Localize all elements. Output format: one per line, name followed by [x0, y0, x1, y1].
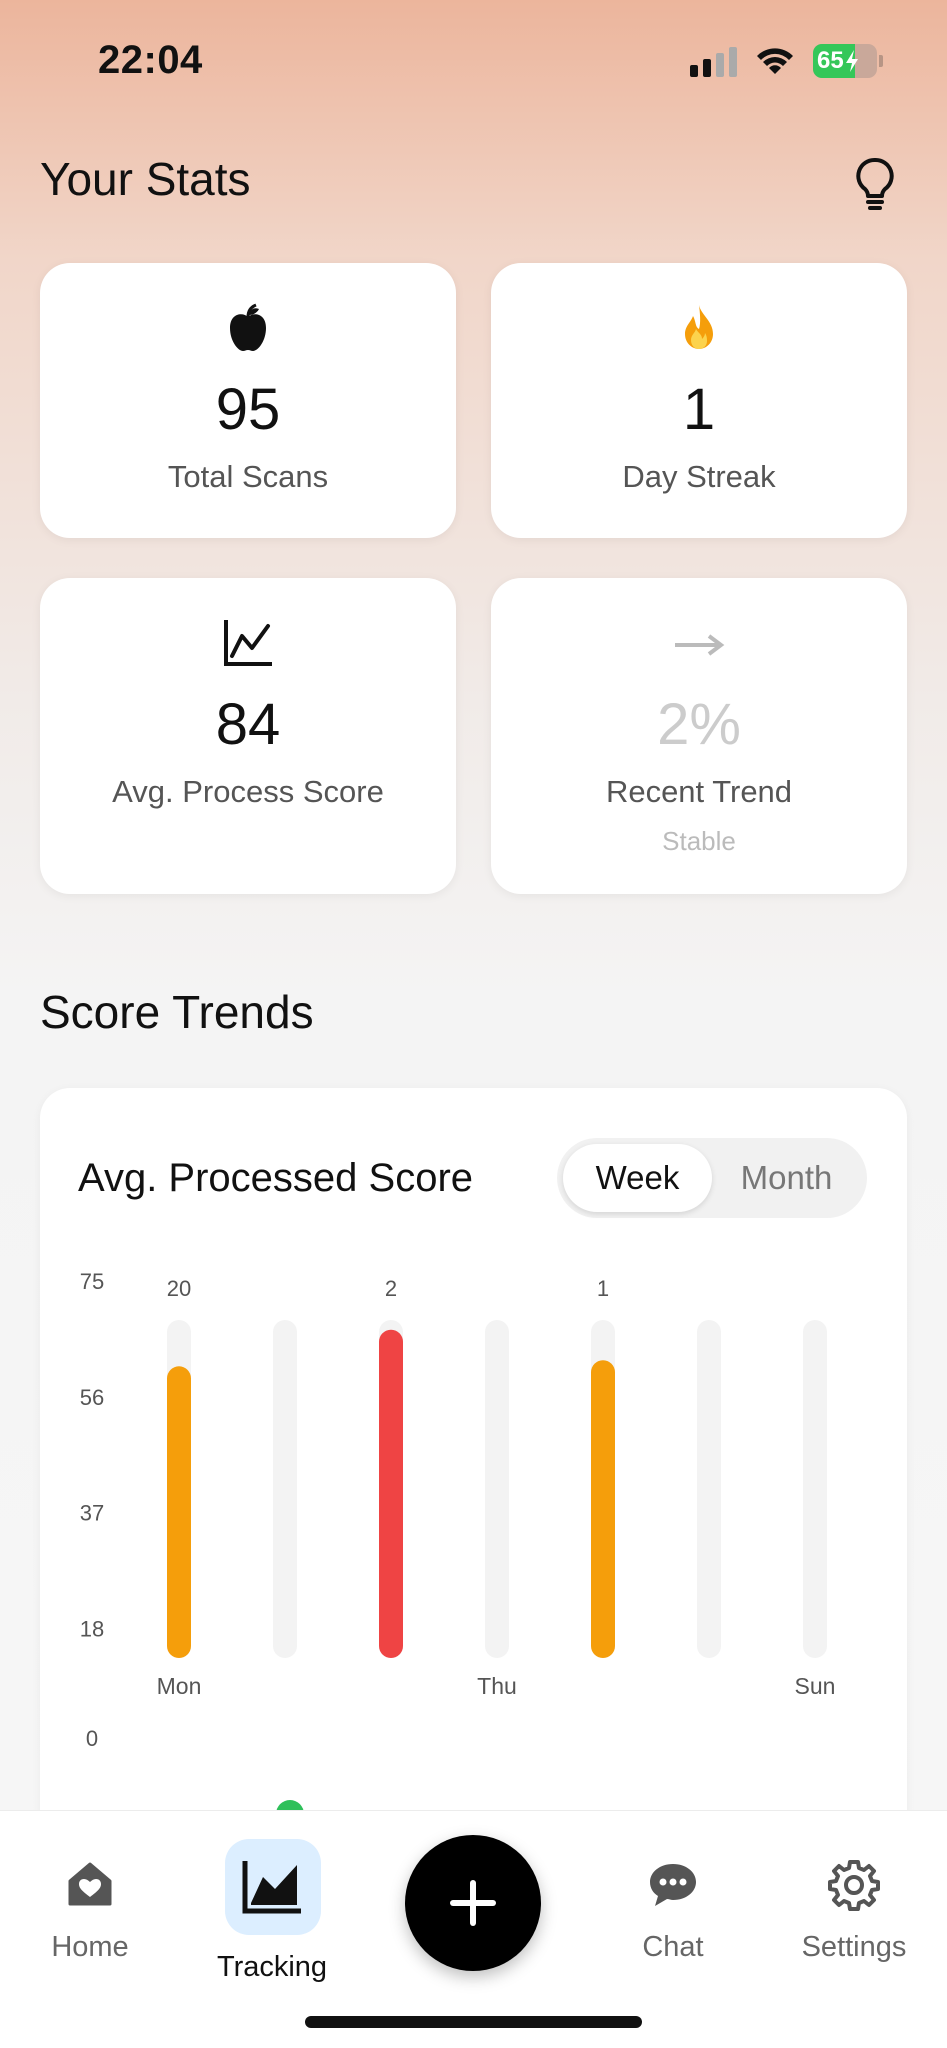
- nav-tracking-label: Tracking: [216, 1951, 328, 1983]
- lightbulb-icon[interactable]: [853, 156, 897, 212]
- recent-trend-value: 2%: [657, 692, 741, 757]
- data-bar: [379, 1329, 403, 1658]
- day-streak-value: 1: [682, 377, 716, 442]
- data-bar: [167, 1366, 191, 1658]
- stat-card-day-streak[interactable]: 1 Day Streak: [491, 263, 907, 538]
- battery-icon: 65: [813, 44, 877, 78]
- score-bar-chart: 75 56 37 18 0 20 Mon 2 Thu 1 Sun: [80, 1269, 836, 1751]
- home-indicator: [305, 2016, 642, 2028]
- avg-process-score-value: 84: [215, 692, 281, 757]
- nav-chat-label: Chat: [642, 1931, 704, 1963]
- home-heart-icon: [68, 1862, 112, 1906]
- total-scans-label: Total Scans: [167, 459, 329, 494]
- bottom-nav: Home Tracking Chat Settings: [0, 1810, 947, 2048]
- stat-card-recent-trend[interactable]: 2% Recent Trend Stable: [491, 578, 907, 894]
- chat-bubble-icon: [650, 1864, 696, 1906]
- plus-icon: [450, 1880, 496, 1926]
- page-title: Your Stats: [40, 153, 251, 205]
- apple-icon: [230, 303, 266, 351]
- total-scans-value: 95: [215, 377, 281, 442]
- wifi-icon: [757, 48, 793, 74]
- flame-icon: [685, 305, 713, 349]
- y-tick-label: 56: [80, 1385, 104, 1410]
- stat-card-total-scans[interactable]: 95 Total Scans: [40, 263, 456, 538]
- status-time: 22:04: [98, 38, 203, 82]
- bar-track: [485, 1320, 509, 1658]
- data-bar: [591, 1360, 615, 1658]
- x-tick-label: Thu: [477, 1673, 517, 1699]
- x-tick-label: Mon: [157, 1673, 202, 1699]
- gear-icon: [828, 1860, 880, 1911]
- stat-card-avg-process-score[interactable]: 84 Avg. Process Score: [40, 578, 456, 894]
- day-streak-label: Day Streak: [622, 459, 776, 494]
- cellular-signal-icon: [690, 45, 737, 77]
- avg-process-score-label: Avg. Process Score: [112, 774, 384, 809]
- recent-trend-status: Stable: [662, 826, 736, 856]
- y-tick-label: 37: [80, 1501, 104, 1526]
- battery-level: 65: [817, 47, 844, 74]
- bar-count-label: 2: [385, 1276, 397, 1301]
- tracking-chart-icon: [242, 1861, 301, 1914]
- bar-count-label: 20: [167, 1276, 191, 1301]
- bar-track: [697, 1320, 721, 1658]
- section-title: Score Trends: [40, 986, 314, 1038]
- add-scan-button[interactable]: [405, 1835, 541, 1971]
- recent-trend-label: Recent Trend: [605, 774, 793, 809]
- bar-track: [273, 1320, 297, 1658]
- nav-home-label: Home: [51, 1931, 129, 1963]
- x-tick-label: Sun: [795, 1673, 836, 1699]
- arrow-right-icon: [675, 634, 725, 656]
- y-tick-label: 75: [80, 1269, 104, 1294]
- nav-settings-label: Settings: [801, 1931, 907, 1963]
- y-tick-label: 18: [80, 1616, 104, 1641]
- bar-count-label: 1: [597, 1276, 609, 1301]
- bar-track: [803, 1320, 827, 1658]
- y-tick-label: 0: [86, 1726, 98, 1751]
- status-icons: 65: [690, 44, 883, 78]
- line-chart-icon: [224, 620, 272, 666]
